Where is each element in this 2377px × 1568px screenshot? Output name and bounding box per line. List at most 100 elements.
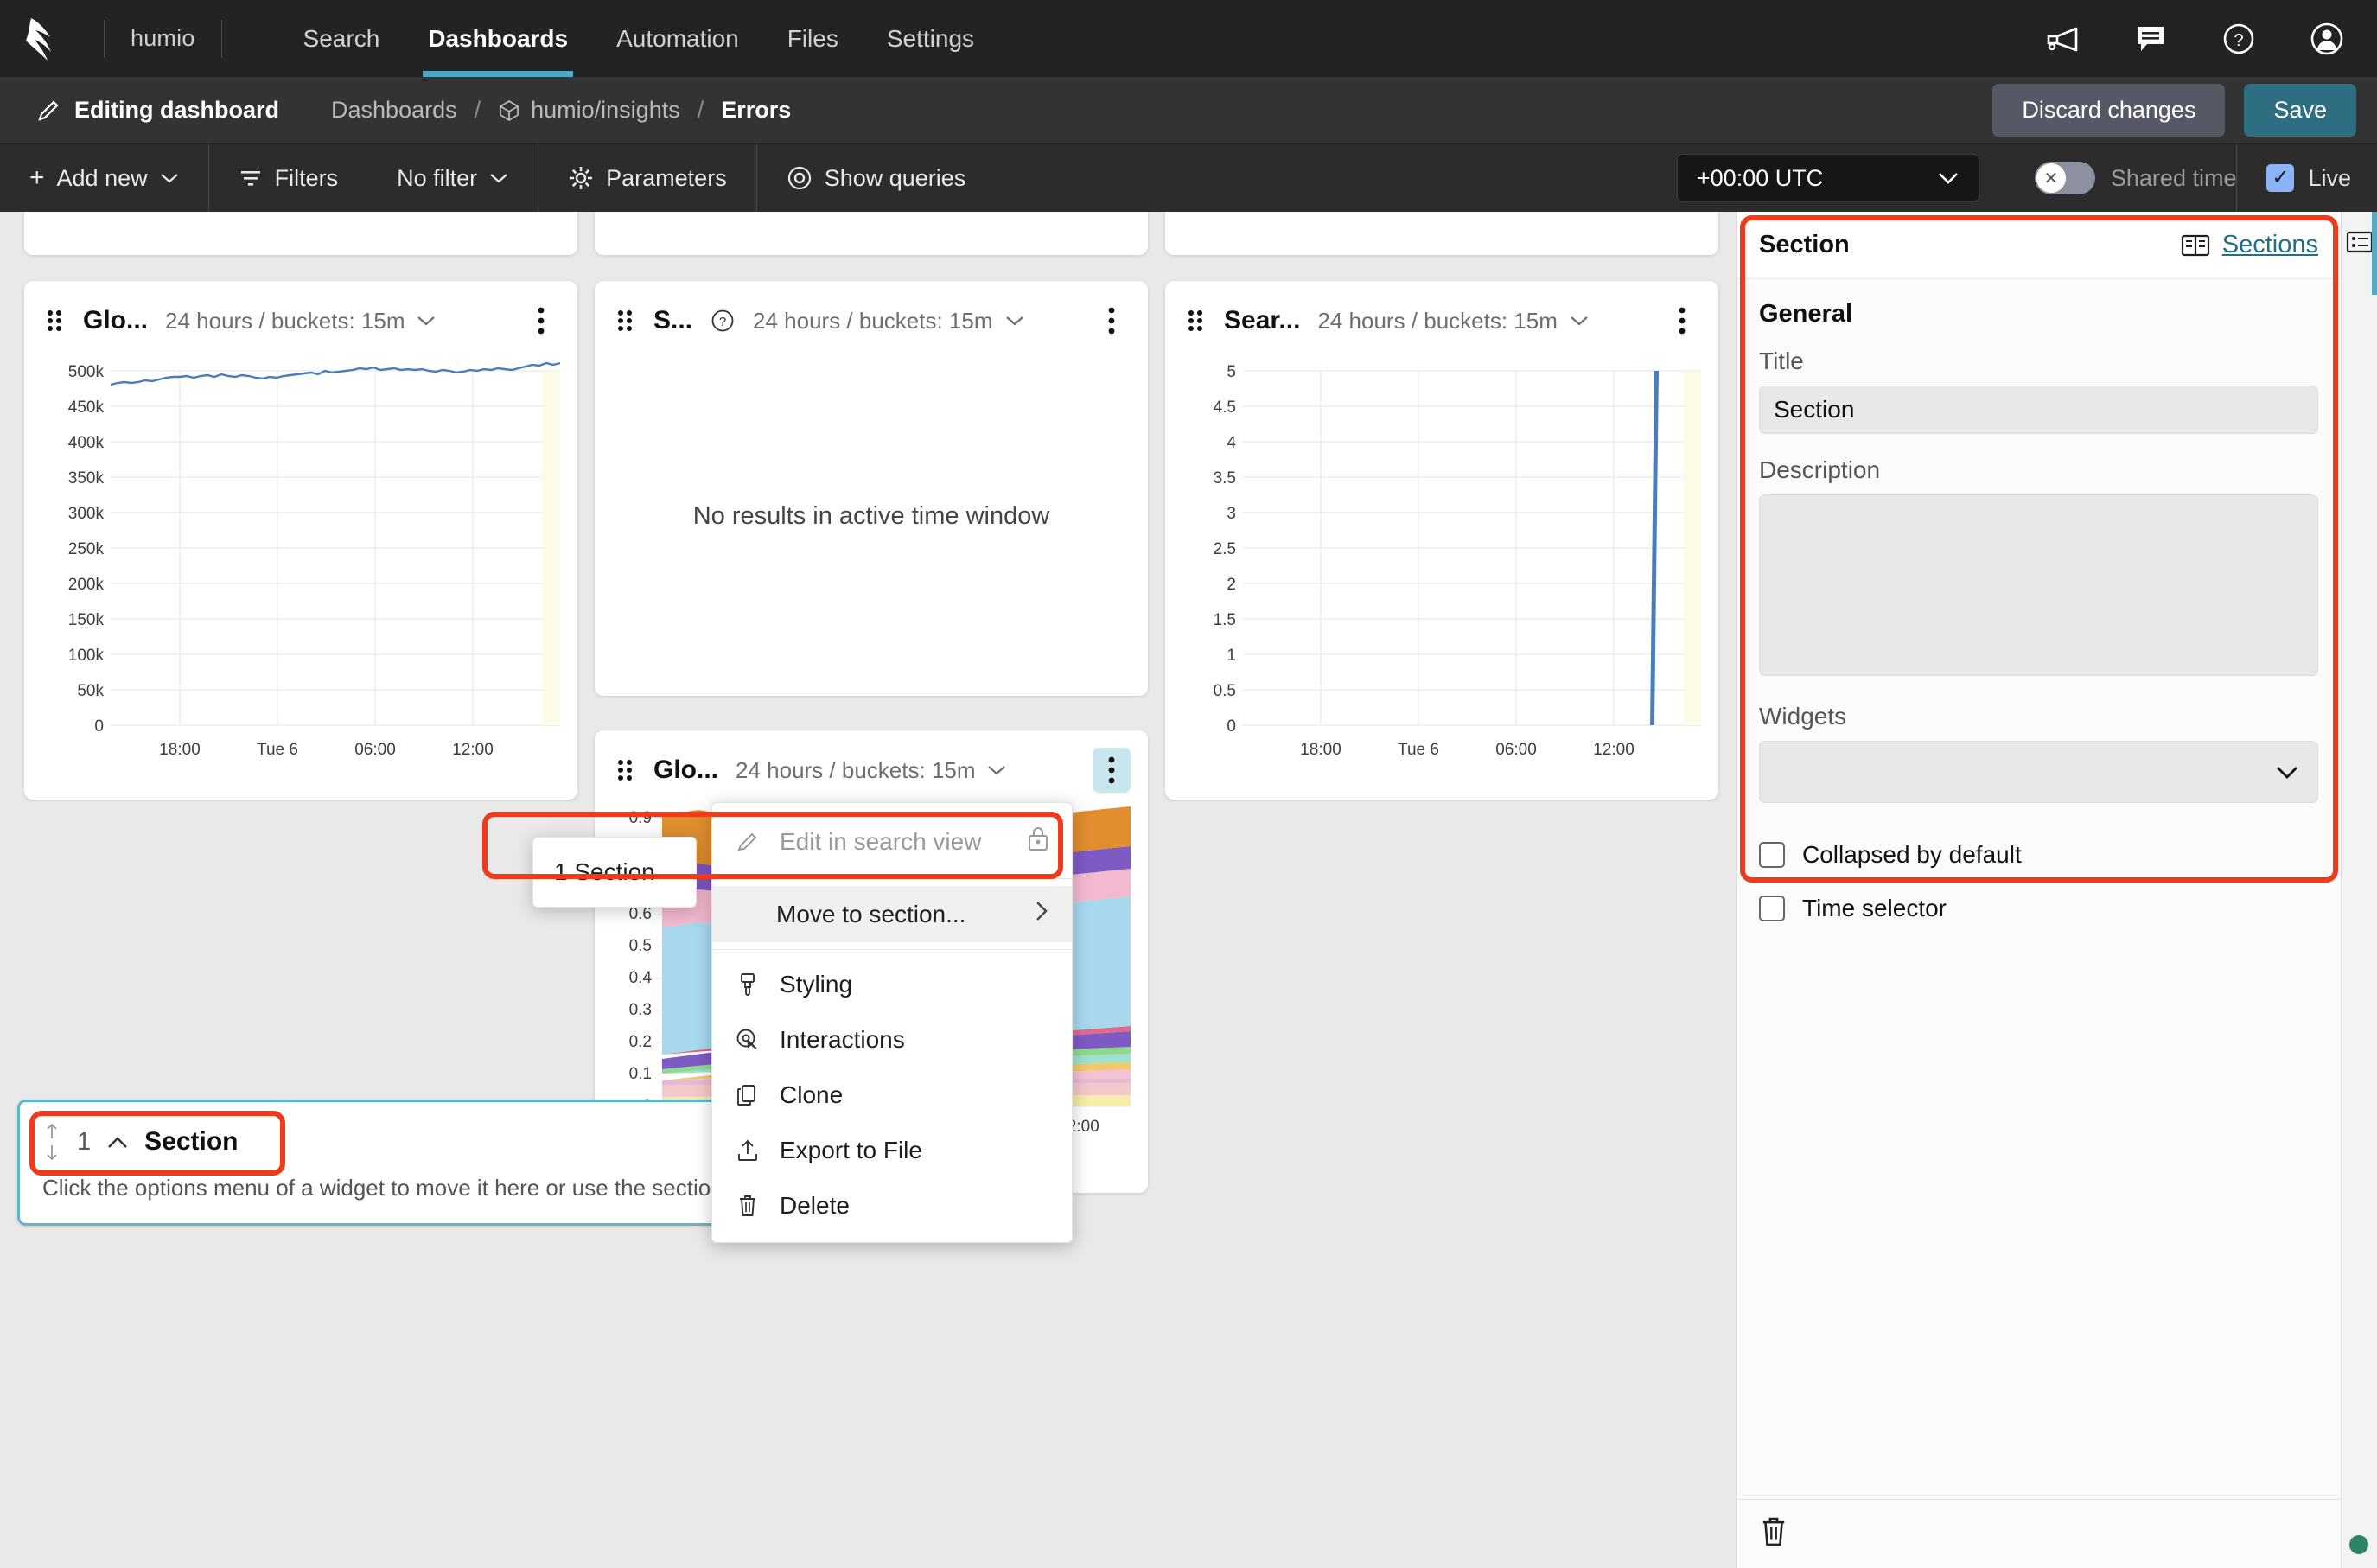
svg-text:Tue 6: Tue 6 (257, 741, 298, 759)
context-menu-label-styling: Styling (780, 971, 852, 998)
time-selector-row[interactable]: Time selector (1759, 895, 2318, 922)
widget-card-2[interactable]: S... ? 24 hours / buckets: 15m No result… (595, 281, 1148, 696)
move-to-section-submenu[interactable]: 1 Section (532, 837, 697, 908)
widget-card-1[interactable]: Glo... 24 hours / buckets: 15m (24, 281, 577, 800)
no-filter-dropdown[interactable]: No filter (367, 144, 538, 212)
context-menu-label-interactions: Interactions (780, 1026, 905, 1054)
nav-item-search[interactable]: Search (279, 0, 405, 77)
widget-help-icon-2[interactable]: ? (710, 308, 736, 334)
timezone-select[interactable]: +00:00 UTC (1677, 154, 1979, 202)
svg-text:1.5: 1.5 (1214, 611, 1236, 629)
live-checkbox[interactable]: ✓ (2266, 164, 2294, 192)
rail-active-indicator (2372, 212, 2377, 295)
section-panel-title: Section (1759, 231, 1850, 259)
submenu-item-section-1[interactable]: 1 Section (533, 850, 696, 895)
kebab-icon (1108, 306, 1115, 335)
drag-handle-icon[interactable] (43, 308, 66, 334)
account-icon[interactable] (2308, 20, 2346, 58)
context-menu-item-interactions[interactable]: Interactions (712, 1012, 1072, 1068)
svg-text:100k: 100k (68, 647, 105, 665)
megaphone-icon[interactable] (2043, 20, 2081, 58)
widget-timerange-2[interactable]: 24 hours / buckets: 15m (753, 308, 1023, 335)
widgets-select[interactable] (1759, 741, 2318, 803)
svg-text:0.2: 0.2 (629, 1033, 652, 1051)
kebab-icon (1679, 306, 1686, 335)
org-name[interactable]: humio (131, 25, 195, 52)
parameters-button[interactable]: Parameters (538, 144, 756, 212)
show-queries-button[interactable]: Show queries (757, 144, 996, 212)
breadcrumb-view[interactable]: humio/insights (498, 97, 680, 124)
context-menu-item-styling[interactable]: Styling (712, 957, 1072, 1012)
breadcrumb-dashboards[interactable]: Dashboards (331, 97, 457, 124)
collapsed-by-default-row[interactable]: Collapsed by default (1759, 841, 2318, 869)
live-group[interactable]: ✓ Live (2236, 144, 2377, 212)
section-number: 1 (77, 1128, 91, 1157)
widget-header-3: Sear... 24 hours / buckets: 15m (1165, 281, 1718, 343)
svg-text:400k: 400k (68, 434, 105, 452)
dashboard-toolbar: + Add new Filters No filter Parameters S… (0, 144, 2377, 212)
gear-icon (568, 165, 594, 191)
falcon-logo-icon[interactable] (21, 13, 78, 65)
widget-options-button-3[interactable] (1663, 298, 1701, 343)
section-reorder-arrows-icon[interactable] (42, 1121, 61, 1163)
widget-card-3[interactable]: Sear... 24 hours / buckets: 15m (1165, 281, 1718, 800)
widget-options-button-1[interactable] (522, 298, 560, 343)
widget-title-4: Glo... (653, 755, 718, 785)
sections-link[interactable]: Sections (2181, 231, 2318, 259)
svg-text:350k: 350k (68, 469, 105, 488)
help-icon[interactable]: ? (2220, 20, 2258, 58)
widget-header-1: Glo... 24 hours / buckets: 15m (24, 281, 577, 343)
delete-section-button[interactable] (1759, 1515, 1788, 1552)
chevron-right-icon (1034, 900, 1049, 928)
section-title-input[interactable] (1759, 386, 2318, 434)
svg-text:2.5: 2.5 (1214, 540, 1236, 558)
context-menu-item-move-to-section[interactable]: Move to section... (712, 886, 1072, 942)
widget-timerange-label-4: 24 hours / buckets: 15m (736, 757, 975, 784)
widget-timerange-4[interactable]: 24 hours / buckets: 15m (736, 757, 1006, 784)
widget-board-inner: Glo... 24 hours / buckets: 15m (24, 212, 1711, 1568)
chat-icon[interactable] (2132, 20, 2170, 58)
context-menu-item-export-to-file[interactable]: Export to File (712, 1123, 1072, 1178)
general-group-title: General (1759, 300, 2318, 328)
add-new-button[interactable]: + Add new (0, 144, 208, 212)
svg-text:4.5: 4.5 (1214, 398, 1236, 417)
chevron-up-icon[interactable] (106, 1128, 129, 1156)
section-description-textarea[interactable] (1759, 494, 2318, 676)
nav-item-automation[interactable]: Automation (592, 0, 763, 77)
trash-icon (1759, 1515, 1788, 1548)
widget-timerange-3[interactable]: 24 hours / buckets: 15m (1317, 308, 1588, 335)
nav-item-settings[interactable]: Settings (863, 0, 998, 77)
widget-context-menu[interactable]: Edit in search view Move to section... (711, 802, 1073, 1243)
context-menu-item-delete[interactable]: Delete (712, 1178, 1072, 1233)
toggle-knob: ✕ (2036, 163, 2066, 193)
drag-handle-icon[interactable] (614, 308, 636, 334)
discard-changes-button[interactable]: Discard changes (1992, 84, 2225, 137)
context-menu-item-clone[interactable]: Clone (712, 1068, 1072, 1123)
svg-text:150k: 150k (68, 611, 105, 629)
breadcrumb-separator-2: / (698, 97, 704, 124)
svg-text:300k: 300k (68, 505, 105, 523)
svg-text:?: ? (719, 315, 726, 329)
nav-item-dashboards[interactable]: Dashboards (404, 0, 592, 77)
drag-handle-icon[interactable] (1184, 308, 1207, 334)
collapsed-by-default-checkbox[interactable] (1759, 842, 1785, 868)
widgets-field-label: Widgets (1759, 703, 2318, 730)
save-button[interactable]: Save (2244, 84, 2356, 137)
kebab-icon (1108, 755, 1115, 785)
copy-icon (735, 1082, 761, 1108)
right-rail (2341, 212, 2377, 1568)
shared-time-toggle[interactable]: ✕ (2035, 162, 2095, 194)
nav-item-files[interactable]: Files (763, 0, 863, 77)
svg-text:18:00: 18:00 (159, 741, 201, 759)
list-panel-icon[interactable] (2345, 227, 2374, 257)
svg-text:3: 3 (1227, 505, 1236, 523)
drag-handle-icon[interactable] (614, 757, 636, 783)
widget-options-button-4[interactable] (1093, 748, 1131, 793)
breadcrumb-bar: Editing dashboard Dashboards / humio/ins… (0, 77, 2377, 144)
description-field-label: Description (1759, 456, 2318, 484)
filters-button[interactable]: Filters (209, 144, 368, 212)
widget-options-button-2[interactable] (1093, 298, 1131, 343)
widget-timerange-1[interactable]: 24 hours / buckets: 15m (165, 308, 436, 335)
no-filter-label: No filter (397, 165, 477, 192)
time-selector-checkbox[interactable] (1759, 896, 1785, 921)
